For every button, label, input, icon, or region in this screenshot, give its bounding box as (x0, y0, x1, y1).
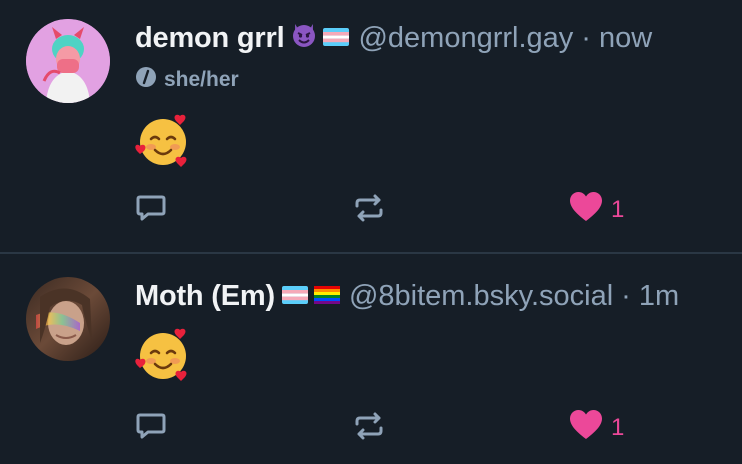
trans-flag-emoji (322, 22, 350, 55)
heart-icon (569, 409, 603, 446)
reply-button[interactable] (134, 409, 168, 448)
post-header: Moth (Em) @8bitem.bsky.social · 1m (135, 276, 679, 316)
like-button[interactable]: 1 (569, 191, 624, 228)
repost-arrows-icon (352, 191, 386, 230)
feed: demon grrl @demongrrl.gay · now she/her … (0, 0, 742, 464)
timestamp[interactable]: now (599, 22, 652, 55)
repost-button[interactable] (352, 191, 386, 230)
separator: · (581, 21, 591, 54)
smiling-face-with-hearts-emoji (134, 112, 192, 170)
reply-bubble-icon (134, 409, 168, 448)
reply-bubble-icon (134, 191, 168, 230)
post-item[interactable]: demon grrl @demongrrl.gay · now she/her … (0, 0, 742, 253)
post-item[interactable]: Moth (Em) @8bitem.bsky.social · 1m 1 (0, 254, 742, 464)
repost-button[interactable] (352, 409, 386, 448)
post-header: demon grrl @demongrrl.gay · now (135, 18, 652, 58)
pronouns-text: she/her (164, 68, 239, 91)
display-name[interactable]: Moth (Em) (135, 280, 275, 313)
reply-button[interactable] (134, 191, 168, 230)
heart-icon (569, 191, 603, 228)
smiling-imp-emoji (290, 20, 318, 56)
avatar[interactable] (26, 19, 110, 103)
like-count: 1 (611, 413, 625, 441)
separator: · (621, 279, 631, 312)
rainbow-flag-emoji (313, 280, 341, 313)
pronouns: she/her (135, 66, 239, 94)
avatar[interactable] (26, 277, 110, 361)
like-count: 1 (611, 195, 625, 223)
timestamp[interactable]: 1m (639, 280, 679, 313)
handle[interactable]: @demongrrl.gay (358, 22, 573, 55)
repost-arrows-icon (352, 409, 386, 448)
handle[interactable]: @8bitem.bsky.social (349, 280, 613, 313)
display-name[interactable]: demon grrl (135, 22, 285, 55)
pronouns-slash-icon (135, 66, 157, 94)
smiling-face-with-hearts-emoji (134, 326, 192, 384)
like-button[interactable]: 1 (569, 409, 624, 446)
trans-flag-emoji (281, 280, 309, 313)
